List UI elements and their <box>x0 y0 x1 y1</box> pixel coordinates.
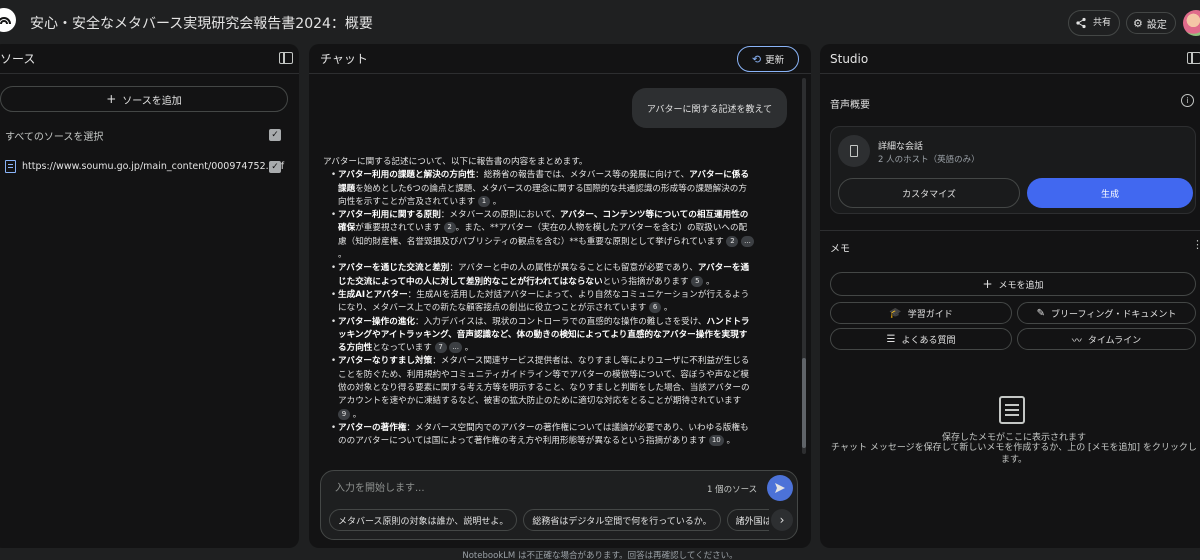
assistant-answer: アバターに関する記述について、以下に報告書の内容をまとめます。 アバター利用の課… <box>323 156 755 449</box>
answer-item: アバターを通じた交流と差別：アバターと中の人の属性が異なることにも留意が必要であ… <box>331 262 755 289</box>
citation-chip[interactable]: 1 <box>477 195 490 207</box>
citation-chip[interactable]: 2 <box>443 222 456 234</box>
answer-item: アバター利用に関する原則：メタバースの原則において、アバター、コンテンツ等につい… <box>331 209 755 262</box>
answer-intro: アバターに関する記述について、以下に報告書の内容をまとめます。 <box>323 157 588 167</box>
audio-overview-title: 音声概要 <box>830 100 870 111</box>
faq-button[interactable]: ☰ よくある質問 <box>830 328 1012 350</box>
scrollbar-thumb[interactable] <box>802 358 806 448</box>
citation-chip[interactable]: 2 <box>726 235 739 247</box>
sources-header: ソース <box>0 44 299 74</box>
notebook-title[interactable]: 安心・安全なメタバース実現研究会報告書2024：概要 <box>30 13 373 33</box>
chat-panel: チャット ⟲ 更新 アバターに関する記述を教えて アバターに関する記述について、… <box>309 44 811 548</box>
briefing-document-label: ブリーフィング・ドキュメント <box>1051 309 1177 320</box>
answer-item: アバター操作の進化：入力デバイスは、現状のコントローラでの直感的な操作の難しさを… <box>331 316 755 356</box>
plus-icon: + <box>106 92 117 106</box>
suggestion-chip[interactable]: 諸外国は万 <box>726 509 769 531</box>
memo-title: メモ <box>830 244 850 255</box>
study-guide-label: 学習ガイド <box>907 309 953 320</box>
top-bar: 安心・安全なメタバース実現研究会報告書2024：概要 共有 ⚙ 設定 <box>0 0 1200 44</box>
add-memo-button[interactable]: + メモを追加 <box>830 272 1196 296</box>
add-source-label: ソースを追加 <box>122 95 182 107</box>
audio-card-name: 詳細な会話 <box>878 142 924 152</box>
citation-chip[interactable]: 7 <box>434 342 447 354</box>
sources-panel: ソース + ソースを追加 すべてのソースを選択 ✓ https://www.so… <box>0 44 299 548</box>
citation-more-chip[interactable]: ... <box>741 235 754 247</box>
study-guide-button[interactable]: 🎓 学習ガイド <box>830 302 1012 324</box>
document-icon <box>5 160 16 173</box>
chat-header: チャット <box>309 44 811 74</box>
source-item-title: https://www.soumu.go.jp/main_content/000… <box>22 161 285 172</box>
sources-title: ソース <box>0 52 36 66</box>
footer-disclaimer: NotebookLM は不正確な場合があります。回答は再確認してください。 <box>462 551 738 560</box>
answer-item: アバター利用の課題と解決の方向性：総務省の報告書では、メタバース等の発展に向けて… <box>331 169 755 209</box>
briefing-document-button[interactable]: ✎ ブリーフィング・ドキュメント <box>1017 302 1196 324</box>
answer-item: アバターの著作権：メタバース空間内でのアバターの著作権については議論が必要であり… <box>331 422 755 449</box>
chat-title: チャット <box>320 52 368 66</box>
settings-button[interactable]: ⚙ 設定 <box>1126 12 1176 34</box>
generate-button[interactable]: 生成 <box>1027 178 1193 208</box>
audio-card-subtitle: 2 人のホスト（英語のみ） <box>878 155 980 165</box>
more-vert-icon[interactable]: ⋮ <box>1192 238 1200 251</box>
citation-chip[interactable]: 6 <box>649 302 662 314</box>
update-label: 更新 <box>765 55 785 66</box>
select-all-checkbox[interactable]: ✓ <box>269 129 281 141</box>
notebooklm-logo-icon[interactable] <box>0 8 16 32</box>
plus-icon: + <box>982 277 993 291</box>
audio-overview-card: 詳細な会話 2 人のホスト（英語のみ） カスタマイズ 生成 <box>830 126 1196 214</box>
send-icon <box>775 483 785 493</box>
refresh-icon: ⟲ <box>751 52 762 66</box>
user-message: アバターに関する記述を教えて <box>632 88 787 128</box>
send-button[interactable] <box>767 475 793 501</box>
studio-panel: Studio 音声概要 i 詳細な会話 2 人のホスト（英語のみ） カスタマイズ… <box>820 44 1200 548</box>
citation-chip[interactable]: 9 <box>338 408 350 420</box>
source-item[interactable]: https://www.soumu.go.jp/main_content/000… <box>5 160 284 173</box>
faq-label: よくある質問 <box>901 335 956 346</box>
faq-icon: ☰ <box>886 333 896 345</box>
citation-chip[interactable]: 5 <box>691 275 704 287</box>
timeline-icon: 〰 <box>1071 335 1082 347</box>
update-button[interactable]: ⟲ 更新 <box>737 46 799 72</box>
citation-chip[interactable]: 10 <box>708 435 724 447</box>
divider <box>820 230 1200 231</box>
graduation-cap-icon: 🎓 <box>889 307 902 319</box>
suggestion-chips: メタバース原則の対象は誰か、説明せよ。 総務省はデジタル空間で何を行っているか。… <box>329 509 769 533</box>
document-edit-icon: ✎ <box>1036 307 1046 319</box>
collapse-panel-icon[interactable] <box>279 52 293 64</box>
citation-more-chip[interactable]: ... <box>449 342 463 354</box>
chat-composer: 1 個のソース メタバース原則の対象は誰か、説明せよ。 総務省はデジタル空間で何… <box>320 470 798 540</box>
collapse-panel-icon[interactable] <box>1187 52 1200 64</box>
info-icon[interactable]: i <box>1181 94 1194 107</box>
chevron-right-icon[interactable]: › <box>771 509 793 531</box>
timeline-label: タイムライン <box>1087 335 1142 346</box>
chat-scrollbar[interactable] <box>802 78 806 454</box>
studio-title: Studio <box>830 51 869 66</box>
select-all-label: すべてのソースを選択 <box>5 132 104 143</box>
share-button[interactable]: 共有 <box>1068 10 1120 36</box>
audio-file-icon <box>838 135 870 167</box>
suggestion-chip[interactable]: 総務省はデジタル空間で何を行っているか。 <box>523 509 721 531</box>
share-label: 共有 <box>1092 18 1111 28</box>
customize-button[interactable]: カスタマイズ <box>838 178 1020 208</box>
settings-label: 設定 <box>1146 19 1167 31</box>
studio-header: Studio <box>820 44 1200 74</box>
source-count: 1 個のソース <box>707 485 758 495</box>
suggestion-chip[interactable]: メタバース原則の対象は誰か、説明せよ。 <box>329 509 518 531</box>
source-item-checkbox[interactable]: ✓ <box>269 161 281 173</box>
notes-icon <box>999 396 1025 424</box>
share-icon <box>1076 17 1086 29</box>
chat-input[interactable] <box>335 479 665 497</box>
answer-item: 生成AIとアバター：生成AIを活用した対話アバターによって、より自然なコミュニケ… <box>331 289 755 316</box>
add-source-button[interactable]: + ソースを追加 <box>0 86 288 112</box>
answer-item: アバターなりすまし対策：メタバース関連サービス提供者は、なりすまし等によりユーザ… <box>331 355 755 421</box>
add-memo-label: メモを追加 <box>998 280 1044 291</box>
timeline-button[interactable]: 〰 タイムライン <box>1017 328 1196 350</box>
empty-memo-description: チャット メッセージを保存して新しいメモを作成するか、上の [メモを追加] をク… <box>831 443 1197 465</box>
avatar[interactable] <box>1183 10 1200 36</box>
gear-icon: ⚙ <box>1133 16 1143 30</box>
